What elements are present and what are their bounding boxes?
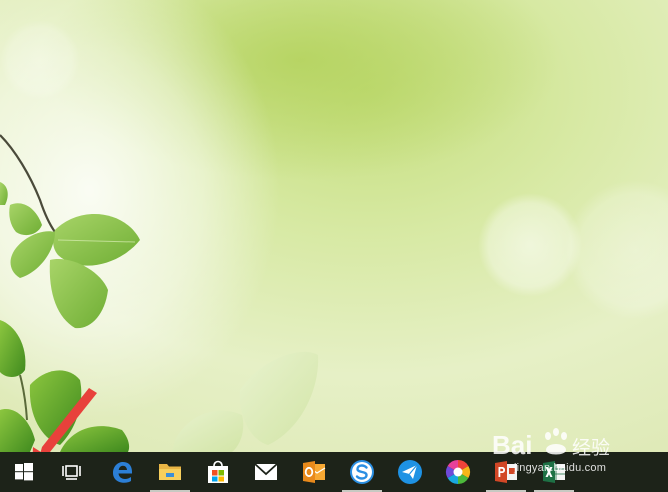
file-explorer-button[interactable] [146,452,194,492]
folder-icon [159,464,181,480]
taskbar [0,452,668,492]
desktop-screen: Bai 经验 jingyan.baidu.com [0,0,668,492]
excel-icon [543,461,565,483]
powerpoint-icon [495,461,517,483]
edge-button[interactable] [98,452,146,492]
mail-button[interactable] [242,452,290,492]
start-button[interactable] [0,452,48,492]
messenger-button[interactable] [386,452,434,492]
task-view-icon [62,465,81,480]
outlook-icon [303,461,326,483]
desktop-wallpaper [0,0,668,452]
powerpoint-button[interactable] [482,452,530,492]
task-view-button[interactable] [48,452,96,492]
sogou-s-icon [350,460,374,484]
excel-button[interactable] [530,452,578,492]
windows-logo-icon [15,463,33,481]
pinwheel-icon [445,460,471,484]
outlook-button[interactable] [290,452,338,492]
colorful-app-button[interactable] [434,452,482,492]
store-button[interactable] [194,452,242,492]
edge-icon [113,462,132,483]
paper-plane-icon [398,460,422,484]
sogou-browser-button[interactable] [338,452,386,492]
store-bag-icon [208,460,228,483]
mail-envelope-icon [254,463,278,480]
